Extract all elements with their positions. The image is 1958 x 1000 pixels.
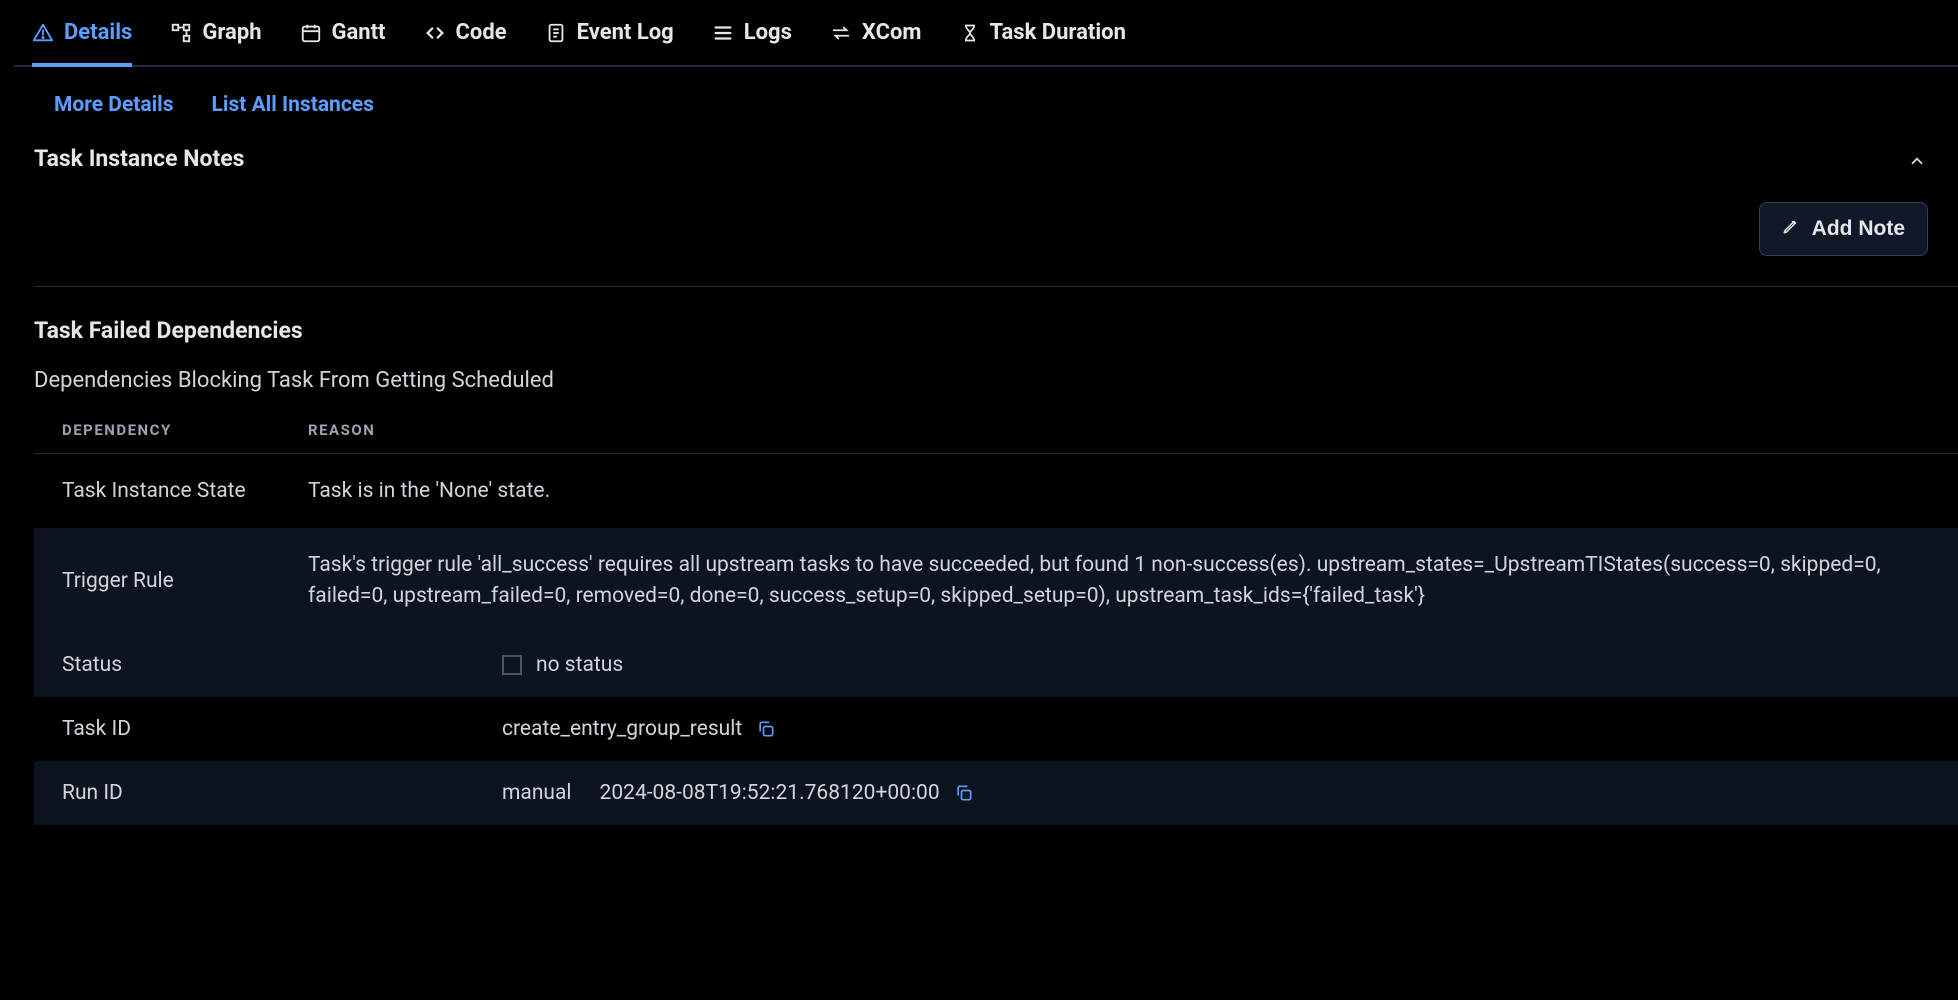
dep-reason: Task is in the 'None' state.	[280, 454, 1958, 529]
kv-key: Run ID	[62, 781, 502, 805]
warning-triangle-icon	[32, 22, 54, 44]
pencil-icon	[1782, 217, 1800, 241]
dep-col-dependency: DEPENDENCY	[34, 411, 280, 454]
task-tabs: Details Graph Gantt Code Event Log	[14, 0, 1958, 67]
table-row: Trigger Rule Task's trigger rule 'all_su…	[34, 528, 1958, 633]
list-all-instances-link[interactable]: List All Instances	[212, 93, 374, 117]
status-value: no status	[536, 653, 623, 677]
tab-label: Logs	[744, 20, 792, 45]
task-details-kv: Status no status Task ID create_entry_gr…	[34, 633, 1958, 825]
task-id-value: create_entry_group_result	[502, 717, 742, 741]
tab-graph[interactable]: Graph	[170, 0, 261, 67]
arrows-swap-icon	[830, 22, 852, 44]
kv-row-task-id: Task ID create_entry_group_result	[34, 697, 1958, 761]
tab-task-duration[interactable]: Task Duration	[960, 0, 1126, 67]
kv-row-run-id: Run ID manual 2024-08-08T19:52:21.768120…	[34, 761, 1958, 825]
status-square-icon	[502, 655, 522, 675]
tab-label: Task Duration	[990, 20, 1126, 45]
add-note-label: Add Note	[1812, 217, 1905, 241]
copy-icon[interactable]	[954, 783, 974, 803]
tab-xcom[interactable]: XCom	[830, 0, 922, 67]
tab-logs[interactable]: Logs	[712, 0, 792, 67]
menu-lines-icon	[712, 22, 734, 44]
tab-event-log[interactable]: Event Log	[545, 0, 674, 67]
tab-details[interactable]: Details	[32, 0, 132, 67]
more-details-link[interactable]: More Details	[54, 93, 174, 117]
calendar-icon	[300, 22, 322, 44]
run-id-value: 2024-08-08T19:52:21.768120+00:00	[600, 781, 940, 805]
hourglass-icon	[960, 22, 980, 44]
dep-name: Trigger Rule	[34, 528, 280, 633]
chevron-up-icon	[1908, 152, 1932, 175]
document-list-icon	[545, 22, 567, 44]
tab-label: Details	[64, 20, 132, 45]
kv-row-status: Status no status	[34, 633, 1958, 697]
dep-name: Task Instance State	[34, 454, 280, 529]
copy-icon[interactable]	[756, 719, 776, 739]
tab-code[interactable]: Code	[424, 0, 507, 67]
tab-label: Event Log	[577, 20, 674, 45]
tab-gantt[interactable]: Gantt	[300, 0, 386, 67]
sub-links-row: More Details List All Instances	[14, 67, 1958, 139]
kv-key: Task ID	[62, 717, 502, 741]
kv-key: Status	[62, 653, 502, 677]
task-notes-header[interactable]: Task Instance Notes	[14, 139, 1958, 188]
dep-col-reason: REASON	[280, 411, 1958, 454]
add-note-button[interactable]: Add Note	[1759, 202, 1928, 256]
failed-deps-title: Task Failed Dependencies	[14, 311, 1958, 360]
dependencies-table: DEPENDENCY REASON Task Instance State Ta…	[34, 411, 1958, 633]
graph-nodes-icon	[170, 22, 192, 44]
dep-reason: Task's trigger rule 'all_success' requir…	[280, 528, 1958, 633]
tab-label: Graph	[202, 20, 261, 45]
failed-deps-subtitle: Dependencies Blocking Task From Getting …	[14, 360, 1958, 411]
tab-label: XCom	[862, 20, 922, 45]
divider	[34, 286, 1958, 287]
task-notes-title: Task Instance Notes	[14, 139, 262, 188]
run-id-prefix: manual	[502, 781, 572, 805]
code-brackets-icon	[424, 22, 446, 44]
tab-label: Gantt	[332, 20, 386, 45]
table-row: Task Instance State Task is in the 'None…	[34, 454, 1958, 529]
tab-label: Code	[456, 20, 507, 45]
